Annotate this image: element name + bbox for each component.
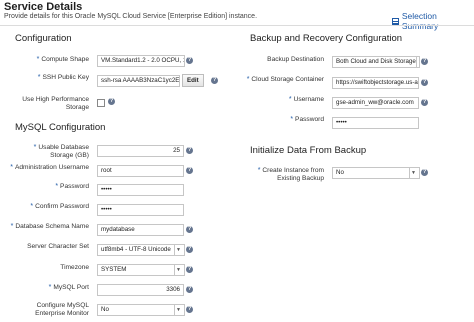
backup-destination-label: Backup Destination	[267, 56, 324, 63]
enterprise-monitor-select[interactable]: No ▼	[97, 304, 185, 316]
timezone-label: Timezone	[60, 264, 89, 271]
port-help-icon[interactable]: ?	[186, 286, 193, 293]
enterprise-monitor-label: Configure MySQL Enterprise Monitor	[35, 302, 89, 317]
compute-shape-help-icon[interactable]: ?	[186, 57, 193, 64]
storage-help-icon[interactable]: ?	[108, 98, 115, 105]
backup-password-label: * Password	[290, 116, 324, 123]
timezone-select[interactable]: SYSTEM ▼	[97, 264, 185, 276]
chevron-down-icon: ▼	[174, 265, 181, 275]
backup-username-label: * Username	[288, 96, 324, 103]
page-description: Provide details for this Oracle MySQL Cl…	[4, 13, 258, 20]
backup-password-input[interactable]: •••••	[332, 117, 419, 129]
summary-icon	[392, 17, 399, 25]
chevron-down-icon: ▼	[174, 245, 181, 255]
header-divider	[0, 25, 474, 26]
container-help-icon[interactable]: ?	[421, 79, 428, 86]
selection-summary-label: Selection Summary	[401, 11, 439, 31]
storage-container-label: * Cloud Storage Container	[246, 76, 324, 83]
high-performance-storage-checkbox[interactable]	[97, 99, 105, 107]
admin-username-help-icon[interactable]: ?	[186, 167, 193, 174]
usable-storage-help-icon[interactable]: ?	[186, 147, 193, 154]
mysql-configuration-title: MySQL Configuration	[15, 122, 106, 133]
create-from-backup-select[interactable]: No ▼	[332, 167, 420, 179]
storage-label: * Usable Database Storage (GB)	[33, 144, 89, 159]
charset-label: Server Character Set	[27, 243, 89, 250]
schema-name-input[interactable]: mydatabase	[97, 224, 184, 236]
configuration-title: Configuration	[15, 33, 72, 44]
high-performance-storage-label: Use High Performance Storage	[22, 96, 89, 111]
storage-container-input[interactable]: https://swiftobjectstorage.us-ashb	[332, 77, 419, 89]
ssh-edit-button[interactable]: Edit	[182, 74, 204, 87]
compute-shape-label: * Compute Shape	[36, 56, 89, 63]
admin-username-input[interactable]: root	[97, 165, 184, 177]
backup-destination-select[interactable]: Both Cloud and Disk Storage▼	[332, 56, 420, 68]
ssh-key-label: * SSH Public Key	[37, 74, 89, 81]
create-from-backup-help-icon[interactable]: ?	[421, 169, 428, 176]
selection-summary-link[interactable]: Selection Summary	[392, 11, 474, 31]
admin-username-label: * Administration Username	[10, 164, 89, 171]
backup-title: Backup and Recovery Configuration	[250, 33, 403, 44]
initialize-data-title: Initialize Data From Backup	[250, 145, 367, 156]
storage-input[interactable]: 25	[97, 145, 184, 157]
chevron-down-icon: ▼	[174, 305, 181, 315]
charset-select[interactable]: utf8mb4 - UTF-8 Unicode ▼	[97, 244, 185, 256]
create-from-backup-label: * Create Instance from Existing Backup	[257, 167, 324, 182]
timezone-help-icon[interactable]: ?	[186, 266, 193, 273]
port-label: * MySQL Port	[48, 284, 89, 291]
ssh-key-input[interactable]: ssh-rsa AAAAB3NzaC1yc2EAAA	[97, 75, 180, 87]
password-input[interactable]: •••••	[97, 184, 184, 196]
ssh-key-help-icon[interactable]: ?	[211, 77, 218, 84]
backup-username-help-icon[interactable]: ?	[421, 99, 428, 106]
backup-destination-help-icon[interactable]: ?	[421, 58, 428, 65]
chevron-down-icon: ▼	[409, 168, 416, 178]
monitor-help-icon[interactable]: ?	[186, 306, 193, 313]
confirm-password-label: * Confirm Password	[30, 203, 89, 210]
chevron-down-icon: ▼	[415, 57, 419, 67]
schema-help-icon[interactable]: ?	[186, 226, 193, 233]
schema-name-label: * Database Schema Name	[10, 223, 89, 230]
compute-shape-select[interactable]: VM.Standard1.2 - 2.0 OCPU, 14▼	[97, 55, 185, 67]
port-input[interactable]: 3306	[97, 284, 184, 296]
password-label: * Password	[55, 183, 89, 190]
page-title: Service Details	[4, 1, 83, 13]
charset-help-icon[interactable]: ?	[186, 246, 193, 253]
backup-username-input[interactable]: gse-admin_ww@oracle.com	[332, 97, 419, 109]
confirm-password-input[interactable]: •••••	[97, 204, 184, 216]
